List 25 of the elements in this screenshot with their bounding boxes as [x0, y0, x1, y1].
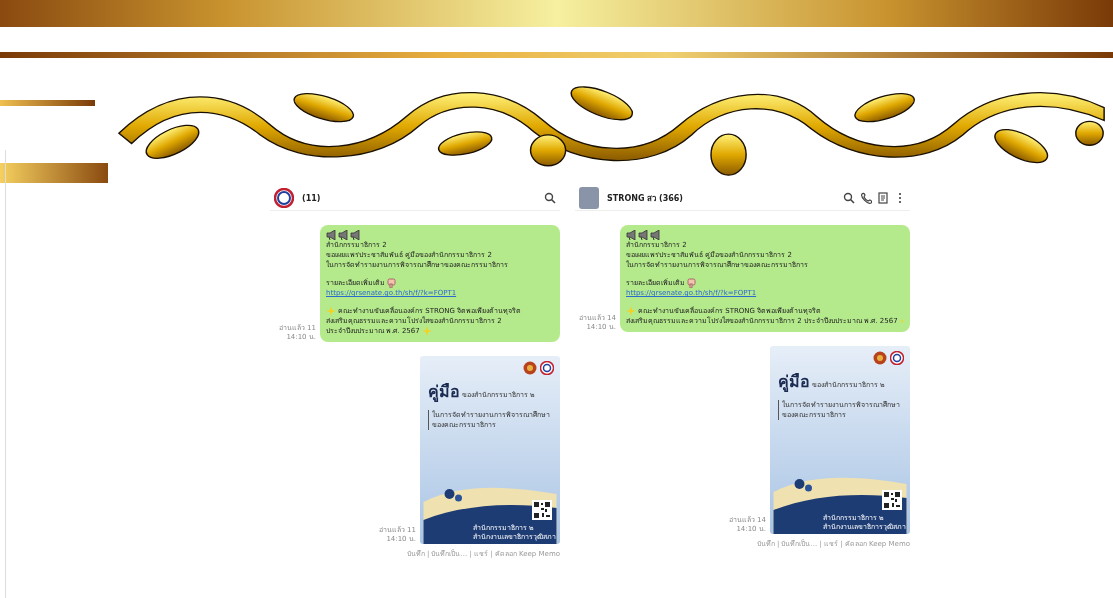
logo-icon	[540, 361, 554, 375]
logo-icon	[890, 351, 904, 365]
qr-code-icon	[882, 490, 902, 510]
megaphone-icon	[326, 230, 337, 240]
cover-title: คู่มือ	[428, 381, 460, 404]
chat-title: (11)	[302, 193, 322, 203]
notes-icon	[877, 192, 889, 204]
emblem-icon	[873, 351, 887, 365]
cover-title: คู่มือ	[778, 371, 810, 394]
phone-icon	[860, 192, 872, 204]
logo-icon	[274, 188, 294, 208]
sparkle-icon	[421, 326, 432, 336]
search-icon	[843, 192, 855, 204]
photo-placeholder	[579, 187, 599, 209]
megaphone-icon	[650, 230, 661, 240]
emblem-icon	[523, 361, 537, 375]
megaphone-icon	[638, 230, 649, 240]
chat-title: STRONG สว (366)	[607, 192, 685, 205]
megaphone-icon	[350, 230, 361, 240]
qr-code-icon	[532, 500, 552, 520]
sparkle-icon	[626, 306, 636, 316]
sparkle-icon	[326, 306, 336, 316]
megaphone-icon	[626, 230, 637, 240]
megaphone-icon	[338, 230, 349, 240]
search-icon	[544, 192, 556, 204]
